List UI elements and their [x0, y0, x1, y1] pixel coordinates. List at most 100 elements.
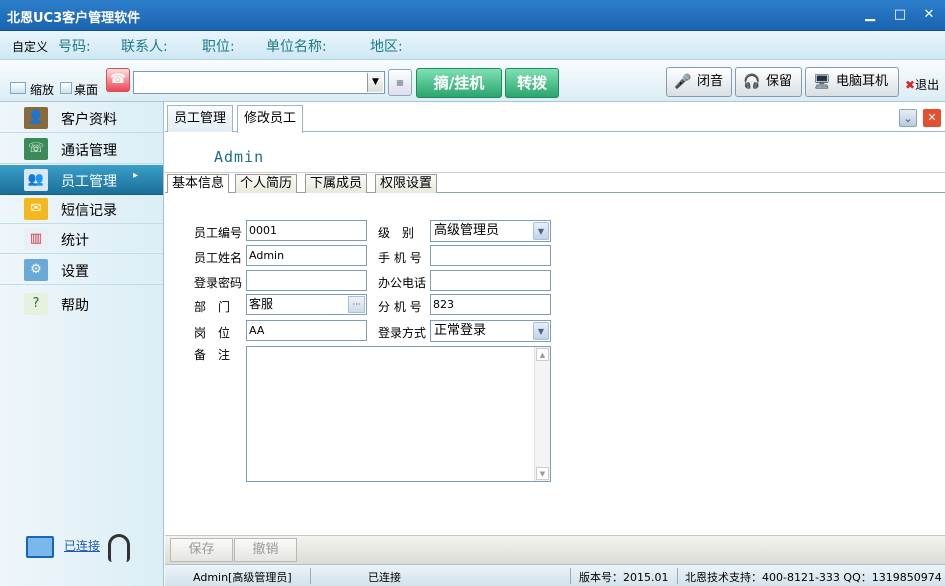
tab-resume[interactable]: 个人简历 — [235, 174, 298, 193]
form-button-bar: 保存 撤销 — [165, 535, 945, 564]
minimize-button[interactable]: ▁ — [860, 5, 880, 25]
status-support: 北恩技术支持：400-8121-333 QQ：1319850974 — [685, 571, 942, 584]
pickup-hangup-button[interactable]: 摘/挂机 — [416, 68, 502, 98]
status-version: 版本号：2015.01 — [579, 571, 669, 584]
status-bar: Admin[高级管理员] 已连接 版本号：2015.01 北恩技术支持：400-… — [165, 564, 945, 586]
close-tab-icon[interactable]: ✕ — [923, 109, 941, 127]
toolbar: 缩放 桌面 ☎ ▼ ▦ 摘/挂机 转拨 🎤 闭音 🎧 保留 🖥 电脑耳机 ✖退出 — [0, 60, 945, 102]
undo-button[interactable]: 撤销 — [234, 538, 297, 562]
connection-status: 已连接 — [22, 532, 142, 568]
exit-button[interactable]: ✖退出 — [905, 76, 939, 93]
tab-subordinates[interactable]: 下属成员 — [305, 174, 368, 193]
dept-label: 部 门 — [194, 300, 231, 314]
dept-input[interactable]: 客服 ··· — [246, 294, 367, 315]
close-icon: ✖ — [905, 78, 916, 92]
customer-icon: 👤 — [24, 107, 48, 129]
keypad-icon[interactable]: ▦ — [388, 69, 412, 96]
sidebar-item-settings[interactable]: ⚙ 设置 — [0, 255, 163, 285]
main-tab-strip: 员工管理 修改员工 ⌄ ✕ — [165, 102, 945, 133]
remark-textarea[interactable]: ▲ ▼ — [246, 346, 551, 482]
window-title: 北恩UC3客户管理软件 — [7, 11, 141, 26]
headphones-icon: 🎧 — [743, 74, 761, 90]
help-icon: ? — [24, 293, 48, 315]
emp-no-label: 员工编号 — [194, 226, 243, 240]
scroll-up-icon[interactable]: ▲ — [536, 348, 549, 361]
ext-label: 分 机 号 — [378, 300, 422, 314]
mail-icon: ✉ — [24, 198, 48, 220]
tab-permissions[interactable]: 权限设置 — [375, 174, 438, 193]
chevron-down-icon[interactable]: ⌄ — [899, 109, 917, 127]
sidebar-item-staff[interactable]: 👥 员工管理 ▸ — [0, 165, 163, 195]
sidebar-item-calls[interactable]: ☏ 通话管理 — [0, 134, 163, 164]
post-input[interactable]: AA — [246, 320, 367, 341]
computer-headset-icon: 🖥 — [813, 74, 831, 90]
chevron-down-icon[interactable]: ▼ — [533, 222, 549, 240]
phone-icon[interactable]: ☎ — [106, 68, 130, 92]
computer-icon — [26, 536, 54, 558]
info-number-label: 号码: — [58, 39, 91, 55]
tab-staff-management[interactable]: 员工管理 — [167, 105, 234, 132]
connection-label[interactable]: 已连接 — [64, 537, 100, 554]
mobile-input[interactable] — [430, 245, 551, 266]
save-button[interactable]: 保存 — [170, 538, 233, 562]
close-button[interactable]: ✕ — [919, 5, 939, 25]
office-phone-label: 办公电话 — [378, 276, 427, 290]
sidebar-item-customers[interactable]: 👤 客户资料 — [0, 103, 163, 133]
info-company-label: 单位名称: — [266, 39, 327, 55]
transfer-button[interactable]: 转拨 — [505, 68, 559, 98]
shrink-label[interactable]: 缩放 — [30, 81, 54, 98]
microphone-icon: 🎤 — [674, 74, 692, 90]
pc-headset-button[interactable]: 🖥 电脑耳机 — [805, 67, 899, 97]
password-label: 登录密码 — [194, 276, 243, 290]
office-phone-input[interactable] — [430, 270, 551, 291]
mobile-label: 手 机 号 — [378, 251, 422, 265]
sub-tab-strip: 基本信息 个人简历 下属成员 权限设置 — [165, 173, 945, 193]
password-input[interactable] — [246, 270, 367, 291]
settings-icon: ⚙ — [24, 259, 48, 281]
sidebar-item-sms[interactable]: ✉ 短信记录 — [0, 194, 163, 224]
hold-button[interactable]: 🎧 保留 — [735, 67, 802, 97]
caller-info-bar: 自定义 号码: 联系人: 职位: 单位名称: 地区: — [0, 31, 945, 60]
record-header: Admin — [165, 133, 945, 173]
name-label: 员工姓名 — [194, 251, 243, 265]
level-select[interactable]: 高级管理员 ▼ — [430, 220, 551, 242]
info-region-label: 地区: — [370, 39, 403, 55]
emp-no-input[interactable]: 0001 — [246, 220, 367, 241]
call-icon: ☏ — [24, 138, 48, 160]
scroll-down-icon[interactable]: ▼ — [536, 467, 549, 480]
title-bar: 北恩UC3客户管理软件 ▁ □ ✕ — [0, 0, 945, 31]
desktop-icon[interactable] — [60, 82, 72, 94]
chevron-down-icon[interactable]: ▼ — [367, 73, 383, 92]
customize-link[interactable]: 自定义 — [12, 38, 48, 55]
login-mode-select[interactable]: 正常登录 ▼ — [430, 320, 551, 342]
info-contact-label: 联系人: — [121, 39, 168, 55]
shrink-icon[interactable] — [10, 82, 26, 94]
mute-button[interactable]: 🎤 闭音 — [666, 67, 732, 97]
remark-scrollbar[interactable]: ▲ ▼ — [534, 347, 550, 481]
status-connection: 已连接 — [368, 571, 401, 584]
maximize-button[interactable]: □ — [890, 5, 910, 25]
remark-label: 备 注 — [194, 348, 231, 362]
info-position-label: 职位: — [202, 39, 235, 55]
sidebar-item-help[interactable]: ? 帮助 — [0, 289, 163, 319]
headset-icon — [108, 534, 130, 562]
sidebar: 👤 客户资料 ☏ 通话管理 👥 员工管理 ▸ ✉ 短信记录 ▥ 统计 ⚙ 设置 … — [0, 102, 164, 586]
chart-icon: ▥ — [24, 228, 48, 250]
name-input[interactable]: Admin — [246, 245, 367, 266]
tab-edit-staff[interactable]: 修改员工 — [237, 105, 304, 133]
desktop-label[interactable]: 桌面 — [74, 81, 98, 98]
staff-icon: 👥 — [24, 169, 48, 191]
chevron-right-icon: ▸ — [133, 170, 139, 181]
status-user: Admin[高级管理员] — [193, 571, 292, 584]
dial-number-combo[interactable]: ▼ — [133, 71, 385, 94]
more-icon[interactable]: ··· — [348, 296, 365, 313]
level-label: 级 别 — [378, 226, 415, 240]
chevron-down-icon[interactable]: ▼ — [533, 322, 549, 340]
post-label: 岗 位 — [194, 326, 231, 340]
login-mode-label: 登录方式 — [378, 326, 427, 340]
sidebar-item-stats[interactable]: ▥ 统计 — [0, 224, 163, 254]
app-window: 北恩UC3客户管理软件 ▁ □ ✕ 自定义 号码: 联系人: 职位: 单位名称:… — [0, 0, 945, 586]
ext-input[interactable]: 823 — [430, 294, 551, 315]
header-username: Admin — [214, 148, 265, 166]
tab-basic-info[interactable]: 基本信息 — [167, 174, 230, 193]
